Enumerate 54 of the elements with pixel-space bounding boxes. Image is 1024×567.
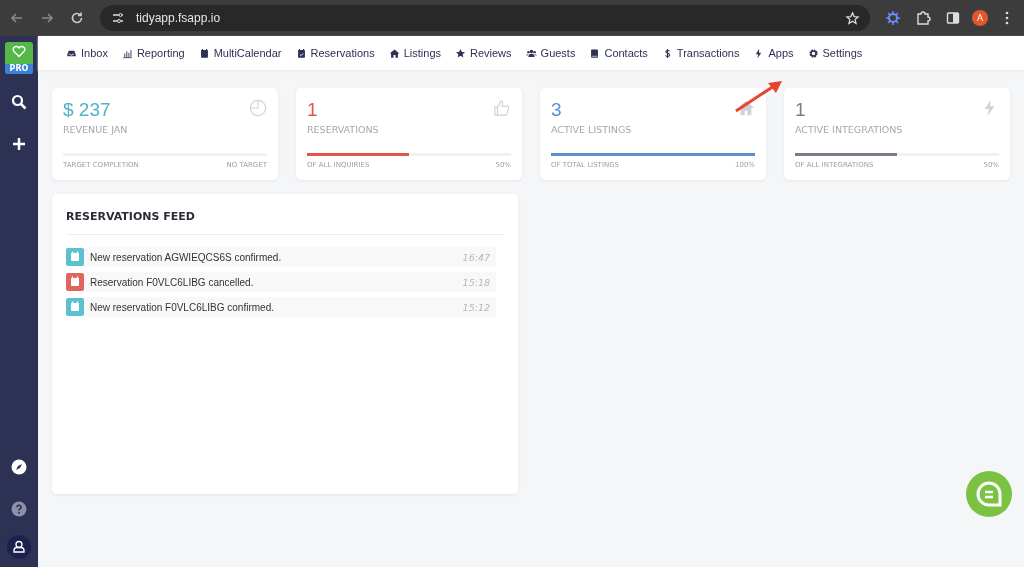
nav-link[interactable]: Reviews — [455, 47, 512, 59]
feed-time: 15:12 — [462, 301, 490, 313]
profile-avatar[interactable]: A — [972, 10, 988, 26]
feed-time: 16:47 — [462, 251, 490, 263]
annotation-arrow — [734, 79, 784, 113]
site-settings-icon[interactable] — [110, 10, 126, 26]
stat-label: ACTIVE INTEGRATIONS — [795, 124, 904, 135]
bookmark-star-icon[interactable] — [845, 10, 860, 26]
nav-link[interactable]: Transactions — [661, 47, 740, 59]
home-icon — [737, 99, 755, 117]
pie-chart-icon — [249, 99, 267, 117]
url-text: tidyapp.fsapp.io — [136, 11, 222, 25]
nav-link[interactable]: Contacts — [589, 47, 648, 59]
calendar-check-icon — [295, 47, 307, 59]
heart-icon — [12, 45, 26, 58]
stat-label: RESERVATIONS — [307, 124, 380, 135]
feed-entry[interactable]: Reservation F0VLC6LIBG cancelled. 15:18 — [84, 272, 496, 292]
feed-entry[interactable]: New reservation AGWIEQCS6S confirmed. 16:47 — [84, 247, 496, 267]
nav-link[interactable]: Listings — [388, 47, 441, 59]
user-icon[interactable] — [7, 535, 31, 559]
logo-badge: PRO — [5, 64, 33, 74]
nav-link[interactable]: Inbox — [66, 47, 108, 59]
feed-message: New reservation AGWIEQCS6S confirmed. — [90, 251, 282, 263]
stat-value: 1 — [795, 99, 806, 121]
feed-entry[interactable]: New reservation F0VLC6LIBG confirmed. 15:12 — [84, 297, 496, 317]
stat-value: 3 — [551, 99, 562, 121]
help-icon[interactable] — [11, 501, 27, 517]
users-icon — [525, 47, 537, 59]
stat-value: 1 — [307, 99, 318, 121]
nav-link[interactable]: Guests — [525, 47, 576, 59]
plus-icon[interactable] — [11, 136, 27, 152]
home-icon — [388, 47, 400, 59]
feed-title: RESERVATIONS FEED — [66, 210, 196, 223]
star-icon — [455, 47, 466, 59]
compass-icon[interactable] — [11, 459, 27, 475]
address-bar[interactable]: tidyapp.fsapp.io — [100, 5, 870, 31]
nav-link[interactable]: MultiCalendar — [198, 47, 282, 59]
stat-value: $ 237 — [63, 99, 111, 121]
thumbs-up-icon — [493, 99, 511, 117]
bar-chart-icon — [121, 47, 133, 59]
feed-message: Reservation F0VLC6LIBG cancelled. — [90, 276, 254, 288]
nav-link[interactable]: Settings — [807, 47, 863, 59]
app-logo[interactable]: PRO — [5, 42, 33, 74]
feed-time: 15:18 — [462, 276, 490, 288]
gear-icon — [807, 47, 819, 59]
feed-message: New reservation F0VLC6LIBG confirmed. — [90, 301, 274, 313]
search-icon[interactable] — [11, 94, 27, 110]
nav-link[interactable]: Reporting — [121, 47, 185, 59]
nav-link[interactable]: Reservations — [295, 47, 375, 59]
nav-link[interactable]: Apps — [753, 47, 794, 59]
calendar-icon — [198, 47, 210, 59]
stat-label: REVENUE JAN — [63, 124, 129, 135]
stat-label: ACTIVE LISTINGS — [551, 124, 633, 135]
book-icon — [589, 47, 601, 59]
